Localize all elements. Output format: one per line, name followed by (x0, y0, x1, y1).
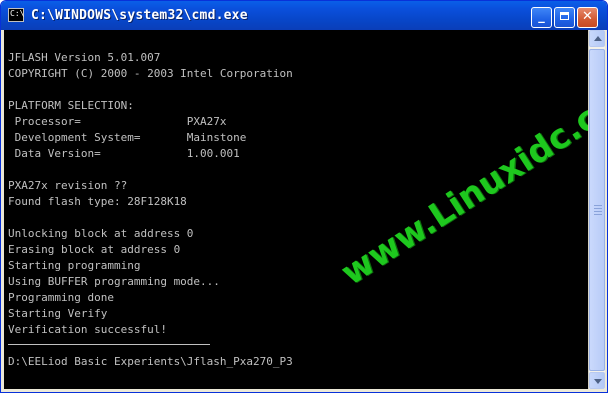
window-title: C:\WINDOWS\system32\cmd.exe (31, 8, 248, 23)
chevron-down-icon (594, 379, 602, 384)
console-line: Data Version= 1.00.001 (8, 147, 240, 160)
console-line: PXA27x revision ?? (8, 179, 128, 192)
grip-line (594, 208, 602, 209)
console-line: Processor= PXA27x (8, 115, 227, 128)
console-line: JFLASH Version 5.01.007 (8, 51, 161, 64)
console-line: Unlocking block at address 0 (8, 227, 194, 240)
console-line: PLATFORM SELECTION: (8, 99, 134, 112)
close-icon: ✕ (582, 9, 593, 24)
console-line: Starting programming (8, 259, 141, 272)
console-line: COPYRIGHT (C) 2000 - 2003 Intel Corporat… (8, 67, 293, 80)
output-underline (8, 344, 210, 345)
console-line: Starting Verify (8, 307, 108, 320)
cmd-window: C:\ C:\WINDOWS\system32\cmd.exe _ ✕ JFLA… (0, 0, 608, 393)
scroll-down-button[interactable] (589, 372, 605, 389)
console-line: Verification successful! (8, 323, 167, 336)
close-button[interactable]: ✕ (577, 7, 598, 28)
console-app-icon[interactable]: C:\ (8, 8, 24, 22)
grip-line (594, 214, 602, 215)
scroll-thumb[interactable] (589, 49, 605, 371)
maximize-button[interactable] (554, 7, 575, 28)
minimize-button[interactable]: _ (531, 7, 552, 28)
grip-line (594, 205, 602, 206)
title-bar[interactable]: C:\ C:\WINDOWS\system32\cmd.exe _ ✕ (1, 1, 607, 30)
console-output[interactable]: JFLASH Version 5.01.007 COPYRIGHT (C) 20… (4, 30, 588, 389)
scroll-up-button[interactable] (589, 30, 605, 47)
maximize-icon (560, 12, 569, 20)
console-icon-label: C:\ (10, 9, 25, 18)
watermark-text: www.Linuxidc.com (334, 65, 588, 294)
console-line: Programming done (8, 291, 114, 304)
console-line: Found flash type: 28F128K18 (8, 195, 187, 208)
chevron-up-icon (594, 36, 602, 41)
console-line: Development System= Mainstone (8, 131, 247, 144)
command-prompt[interactable]: D:\EELiod Basic Experients\Jflash_Pxa270… (8, 354, 293, 370)
console-line: Erasing block at address 0 (8, 243, 181, 256)
minimize-icon: _ (538, 9, 545, 24)
console-line: Using BUFFER programming mode... (8, 275, 220, 288)
grip-line (594, 211, 602, 212)
vertical-scrollbar[interactable] (588, 30, 605, 389)
